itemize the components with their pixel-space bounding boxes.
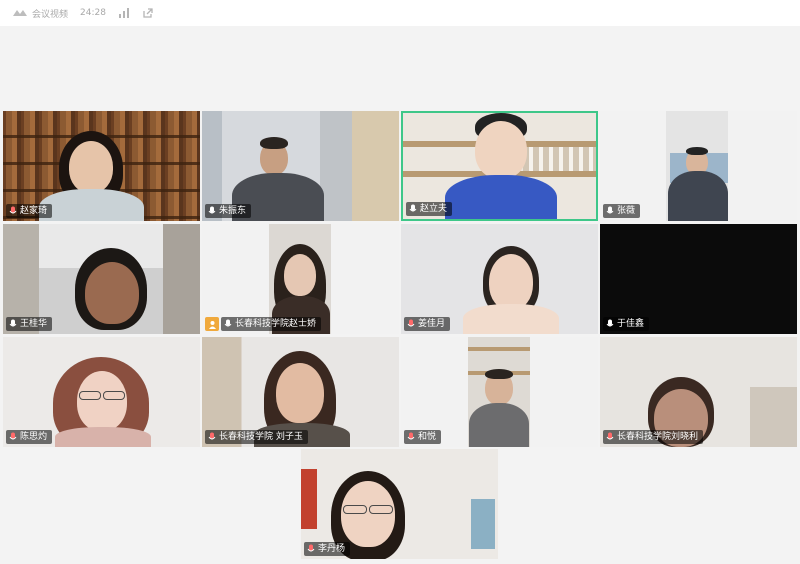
participant-tile[interactable]: 王桂华	[3, 224, 200, 334]
participant-name: 王桂华	[20, 319, 48, 329]
participant-name-label: 长春科技学院刘晓利	[603, 430, 704, 444]
microphone-muted-icon	[224, 319, 232, 327]
participant-name: 于佳鑫	[617, 319, 645, 329]
participant-name: 长春科技学院 刘子玉	[219, 432, 303, 442]
participant-name: 陈思灼	[20, 432, 48, 442]
microphone-muted-icon	[208, 206, 216, 214]
participant-tile[interactable]: 朱振东	[202, 111, 399, 221]
participant-tile[interactable]: 长春科技学院 刘子玉	[202, 337, 399, 447]
participant-name-label: 姜佳月	[404, 317, 451, 331]
meeting-timer: 24:28	[80, 8, 106, 18]
participant-name-label: 李丹杨	[304, 542, 351, 556]
microphone-muted-icon	[606, 206, 614, 214]
participant-name-label: 和悦	[404, 430, 442, 444]
microphone-unmuted-icon	[9, 432, 17, 440]
participant-name: 赵家琦	[20, 206, 48, 216]
participant-name: 朱振东	[219, 206, 247, 216]
microphone-unmuted-icon	[407, 319, 415, 327]
participant-tile[interactable]: 长春科技学院赵士娇	[202, 224, 399, 334]
participant-tile[interactable]: 赵家琦	[3, 111, 200, 221]
participant-name: 李丹杨	[318, 544, 346, 554]
host-badge	[205, 317, 219, 331]
microphone-muted-icon	[409, 204, 417, 212]
microphone-unmuted-icon	[208, 432, 216, 440]
participant-name-label: 王桂华	[6, 317, 53, 331]
microphone-unmuted-icon	[307, 544, 315, 552]
user-icon	[208, 320, 216, 329]
participant-tile[interactable]: 陈思灼	[3, 337, 200, 447]
participant-tile[interactable]: 李丹杨	[301, 449, 498, 559]
participant-tile-active-speaker[interactable]: 赵立夫	[401, 111, 598, 221]
participant-name-label: 张薇	[603, 204, 641, 218]
tencent-meeting-logo-icon	[13, 10, 27, 16]
participant-name-label: 朱振东	[205, 204, 252, 218]
participant-tile[interactable]: 长春科技学院刘晓利	[600, 337, 797, 447]
participant-name-label: 长春科技学院 刘子玉	[205, 430, 308, 444]
video-grid: 赵家琦 朱振东 赵立夫 张薇 王桂华 长春科技学院赵士娇 姜佳月 于佳鑫 陈思灼…	[0, 26, 800, 564]
app-title: 会议视频	[32, 9, 69, 20]
microphone-muted-icon	[606, 319, 614, 327]
participant-name: 和悦	[418, 432, 437, 442]
signal-icon[interactable]	[118, 7, 130, 19]
participant-tile[interactable]: 姜佳月	[401, 224, 598, 334]
participant-tile-video-off[interactable]: 于佳鑫	[600, 224, 797, 334]
participant-name: 张薇	[617, 206, 636, 216]
participant-tile[interactable]: 张薇	[600, 111, 797, 221]
meeting-toolbar: 会议视频 24:28	[0, 0, 800, 26]
participant-name-label: 陈思灼	[6, 430, 53, 444]
participant-name: 长春科技学院赵士娇	[235, 319, 317, 329]
participant-name: 姜佳月	[418, 319, 446, 329]
participant-name-label: 于佳鑫	[603, 317, 650, 331]
microphone-unmuted-icon	[9, 206, 17, 214]
microphone-muted-icon	[9, 319, 17, 327]
participant-name-label: 赵立夫	[406, 202, 453, 216]
participant-name-label: 长春科技学院赵士娇	[221, 317, 322, 331]
microphone-unmuted-icon	[407, 432, 415, 440]
participant-name: 赵立夫	[420, 204, 448, 214]
participant-tile[interactable]: 和悦	[401, 337, 598, 447]
participant-name: 长春科技学院刘晓利	[617, 432, 699, 442]
participant-name-label: 赵家琦	[6, 204, 53, 218]
share-icon[interactable]	[142, 7, 154, 19]
microphone-unmuted-icon	[606, 432, 614, 440]
